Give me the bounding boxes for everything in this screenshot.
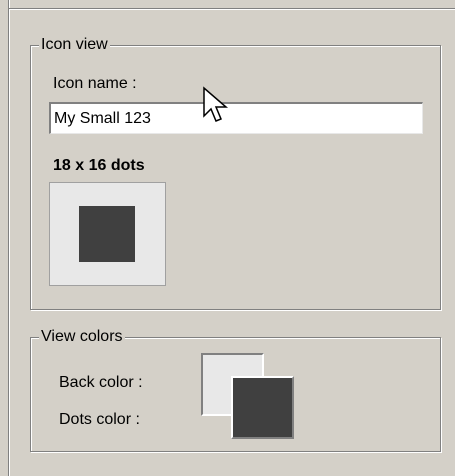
- dots-size-heading: 18 x 16 dots: [53, 157, 145, 174]
- icon-name-input[interactable]: [49, 102, 423, 134]
- panel-top-edge-highlight: [9, 9, 455, 10]
- back-color-label: Back color :: [59, 374, 143, 391]
- dots-color-swatch[interactable]: [231, 376, 294, 439]
- icon-settings-panel: Icon view Icon name : 18 x 16 dots View …: [0, 0, 455, 476]
- icon-preview-frame: [49, 182, 166, 286]
- icon-view-group-title: Icon view: [39, 36, 110, 54]
- panel-edge-highlight: [9, 0, 10, 476]
- dots-color-label: Dots color :: [59, 411, 140, 428]
- view-colors-group-title: View colors: [39, 328, 125, 346]
- icon-preview-dots: [79, 206, 135, 262]
- icon-name-label: Icon name :: [53, 75, 137, 92]
